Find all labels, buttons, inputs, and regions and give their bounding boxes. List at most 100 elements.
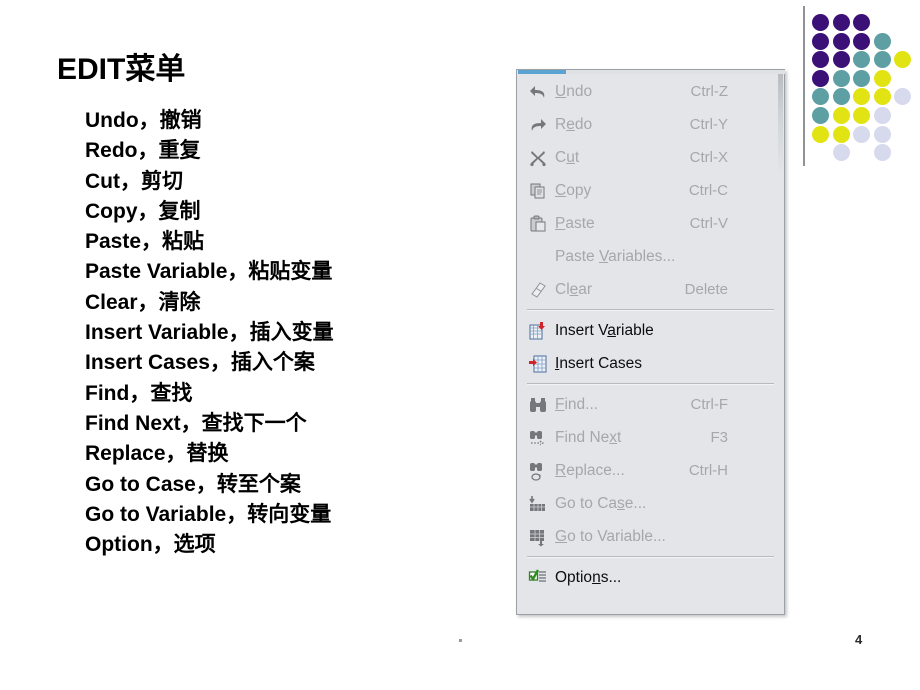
bullet-item: Insert Variable，插入变量 [85, 321, 334, 345]
menu-item-go-to-variable: Go to Variable... [517, 520, 784, 553]
bullet-item: Copy，复制 [85, 199, 201, 223]
decorative-dot [812, 88, 829, 106]
decorative-dot [853, 14, 870, 31]
menu-item-label: Insert Cases [555, 354, 643, 372]
footer-marker-dot [459, 639, 462, 642]
bullet-item: Find，查找 [85, 381, 193, 405]
bullet-item: Insert Cases，插入个案 [85, 351, 315, 375]
decorative-dot [832, 32, 850, 50]
edit-menu-items: Undo Ctrl-Z Redo Ctrl-Y Cut Ctrl-X Copy Ctrl-C P… [517, 75, 784, 614]
insert-variable-icon [525, 320, 551, 342]
decorative-dot [832, 14, 850, 31]
menu-item-go-to-case: Go to Case... [517, 487, 784, 520]
decorative-dot [853, 32, 870, 50]
decorative-dot [853, 125, 870, 143]
bullet-item: Paste，粘贴 [85, 230, 205, 254]
menu-item-shortcut: F3 [710, 429, 728, 446]
menu-item-label: Copy [555, 181, 592, 199]
decorative-dot [873, 144, 891, 162]
menu-item-find-next: Find Next F3 [517, 421, 784, 454]
decorative-dot [853, 51, 870, 69]
menu-item-shortcut: Ctrl-Y [689, 116, 728, 133]
insert-cases-icon [525, 353, 551, 375]
decorative-dot [832, 88, 850, 106]
menu-item-insert-variable[interactable]: Insert Variable [517, 314, 784, 347]
menu-item-shortcut: Ctrl-V [689, 215, 728, 232]
eraser-icon [525, 279, 551, 301]
undo-arrow-icon [525, 81, 551, 103]
paste-icon [525, 213, 551, 235]
decorative-dot [812, 107, 829, 124]
redo-arrow-icon [525, 114, 551, 136]
bullet-item: Option，选项 [85, 533, 216, 557]
decorative-dot [894, 88, 911, 106]
menu-item-label: Undo [555, 82, 593, 100]
menu-item-label: Insert Variable [555, 321, 654, 339]
replace-icon [525, 460, 551, 482]
page-title: EDIT菜单 [57, 53, 186, 86]
menu-separator [527, 309, 774, 311]
decorative-dot [832, 144, 850, 162]
menu-item-shortcut: Ctrl-C [688, 182, 728, 199]
decorative-dot [812, 51, 829, 69]
bullet-item: Redo，重复 [85, 139, 201, 163]
menu-item-paste-variables: Paste Variables... [517, 240, 784, 273]
scissors-icon [525, 147, 551, 169]
menu-item-shortcut: Ctrl-X [689, 149, 728, 166]
menu-item-copy: Copy Ctrl-C [517, 174, 784, 207]
decorative-dot [853, 107, 870, 124]
menu-item-label: Paste [555, 214, 595, 232]
menu-item-paste: Paste Ctrl-V [517, 207, 784, 240]
menu-item-label: Go to Case... [555, 494, 647, 512]
copy-icon [525, 180, 551, 202]
menu-item-shortcut: Ctrl-H [688, 462, 728, 479]
bullet-item: Find Next，查找下一个 [85, 411, 307, 435]
decorative-dot [873, 125, 891, 143]
menu-separator [527, 383, 774, 385]
options-checklist-icon [525, 567, 551, 589]
decorative-dot [812, 125, 829, 143]
menu-item-redo: Redo Ctrl-Y [517, 108, 784, 141]
menu-item-insert-cases[interactable]: Insert Cases [517, 347, 784, 380]
decorative-dot [832, 51, 850, 69]
decorative-dot [812, 69, 829, 87]
menu-item-cut: Cut Ctrl-X [517, 141, 784, 174]
edit-menu-popup[interactable]: Undo Ctrl-Z Redo Ctrl-Y Cut Ctrl-X Copy Ctrl-C P… [516, 69, 785, 615]
menu-item-shortcut: Ctrl-Z [690, 83, 729, 100]
menu-accent-bar-rest [566, 70, 785, 74]
menu-item-find: Find... Ctrl-F [517, 388, 784, 421]
decorative-dot [894, 51, 911, 69]
decorative-dot [873, 69, 891, 87]
decorative-dot [873, 88, 891, 106]
decorative-dot [812, 32, 829, 50]
menu-item-options[interactable]: Options... [517, 561, 784, 594]
decorative-dot-grid [812, 14, 920, 164]
go-to-case-icon [525, 493, 551, 515]
bullet-item: Go to Variable，转向变量 [85, 502, 332, 526]
menu-item-clear: Clear Delete [517, 273, 784, 306]
menu-separator [527, 556, 774, 558]
bullet-list: Undo，撤销 Redo，重复 Cut，剪切 Copy，复制 Paste，粘贴 Paste… [85, 106, 505, 560]
bullet-item: Go to Case，转至个案 [85, 472, 301, 496]
decorative-dot [832, 125, 850, 143]
vertical-divider-rule [803, 6, 805, 166]
menu-item-label: Clear [555, 280, 593, 298]
binoculars-icon [525, 394, 551, 416]
menu-item-label: Find Next [555, 428, 622, 446]
menu-item-label: Replace... [555, 461, 625, 479]
decorative-dot [812, 14, 829, 31]
menu-item-undo: Undo Ctrl-Z [517, 75, 784, 108]
decorative-dot [832, 107, 850, 124]
find-next-icon [525, 427, 551, 449]
menu-item-shortcut: Ctrl-F [690, 396, 729, 413]
menu-item-label: Cut [555, 148, 580, 166]
decorative-dot [853, 88, 870, 106]
bullet-item: Replace，替换 [85, 442, 229, 466]
bullet-item: Paste Variable，粘贴变量 [85, 260, 333, 284]
go-to-variable-icon [525, 526, 551, 548]
decorative-dot [832, 69, 850, 87]
menu-accent-bar [518, 70, 566, 74]
none [525, 246, 551, 268]
bullet-item: Undo，撤销 [85, 109, 202, 132]
menu-item-replace: Replace... Ctrl-H [517, 454, 784, 487]
